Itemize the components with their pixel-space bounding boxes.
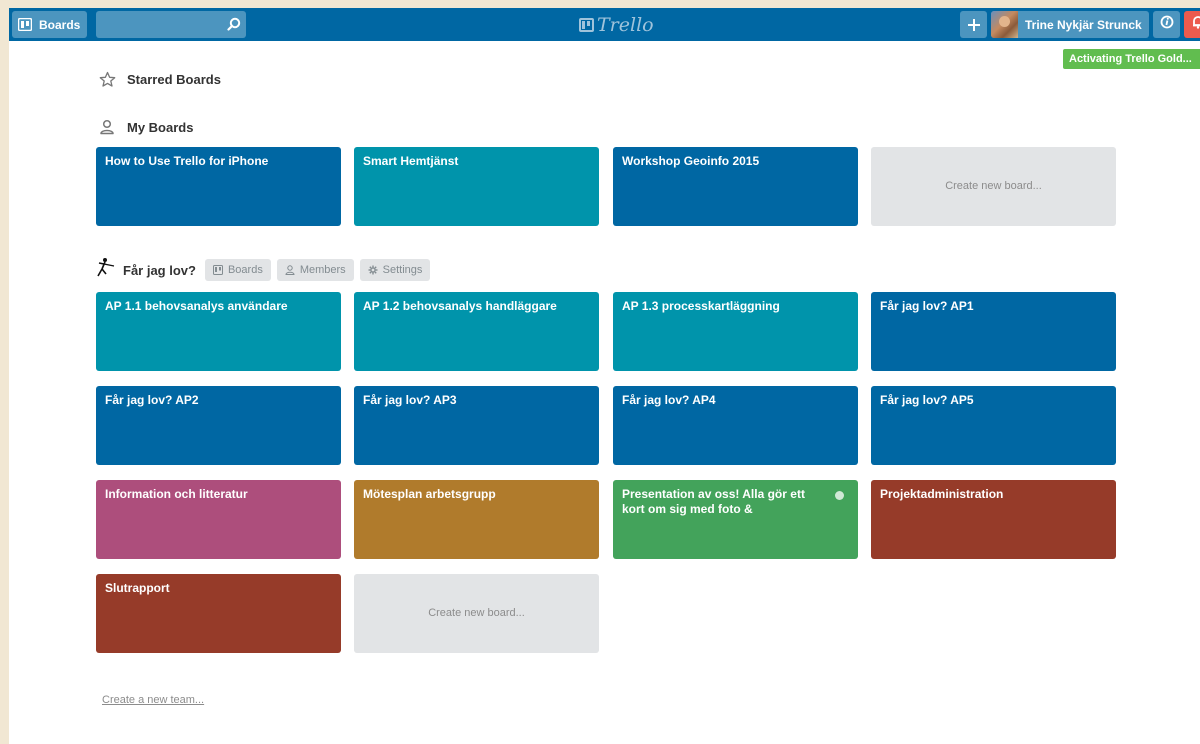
board-icon	[18, 18, 32, 31]
info-button[interactable]	[1153, 11, 1180, 38]
team-avatar-icon	[95, 257, 117, 284]
search-input[interactable]	[96, 11, 246, 38]
board-tile-title: Smart Hemtjänst	[363, 154, 459, 168]
team-header: Får jag lov? Boards Members Settings	[95, 257, 436, 284]
create-board-tile[interactable]: Create new board...	[871, 147, 1116, 226]
bell-icon	[1191, 15, 1200, 34]
board-tile[interactable]: AP 1.2 behovsanalys handläggare	[354, 292, 599, 371]
board-tile-title: Mötesplan arbetsgrupp	[363, 487, 496, 501]
board-tile[interactable]: Får jag lov? AP4	[613, 386, 858, 465]
add-button[interactable]	[960, 11, 987, 38]
user-menu-button[interactable]: Trine Nykjär Strunck	[991, 11, 1149, 38]
board-tile-title: Får jag lov? AP5	[880, 393, 974, 407]
board-tile-title: Slutrapport	[105, 581, 170, 595]
board-tile[interactable]: Information och litteratur	[96, 480, 341, 559]
board-tile[interactable]: Får jag lov? AP1	[871, 292, 1116, 371]
team-tab-label: Boards	[227, 264, 263, 276]
board-tile[interactable]: AP 1.1 behovsanalys användare	[96, 292, 341, 371]
team-tab-label: Settings	[382, 264, 423, 276]
gold-activation-banner: Activating Trello Gold...	[1063, 49, 1200, 69]
board-tile-title: Workshop Geoinfo 2015	[622, 154, 760, 168]
board-tile[interactable]: AP 1.3 processkartläggning	[613, 292, 858, 371]
trello-logo-text: Trello	[597, 14, 654, 36]
board-tile-title: Projektadministration	[880, 487, 1004, 501]
board-tile[interactable]: Workshop Geoinfo 2015	[613, 147, 858, 226]
boards-button[interactable]: Boards	[12, 11, 87, 38]
search-icon[interactable]	[227, 17, 241, 31]
team-tab-settings[interactable]: Settings	[359, 259, 431, 281]
create-board-label: Create new board...	[945, 180, 1042, 192]
board-tile-title: AP 1.3 processkartläggning	[622, 299, 780, 313]
board-tile[interactable]: Får jag lov? AP2	[96, 386, 341, 465]
avatar	[991, 11, 1018, 38]
info-icon	[1160, 15, 1174, 34]
board-tile[interactable]: How to Use Trello for iPhone	[96, 147, 341, 226]
header-bar: Boards Trello Trine Nykjär Strunck	[9, 8, 1200, 41]
person-icon	[98, 118, 116, 136]
board-tile-title: Får jag lov? AP3	[363, 393, 457, 407]
trello-logo-icon	[579, 18, 594, 32]
star-icon	[98, 70, 116, 88]
board-tile[interactable]: Slutrapport	[96, 574, 341, 653]
team-tab-label: Members	[299, 264, 346, 276]
board-tile-title: Information och litteratur	[105, 487, 248, 501]
board-tile-title: How to Use Trello for iPhone	[105, 154, 269, 168]
board-tile-title: Får jag lov? AP1	[880, 299, 974, 313]
trello-logo[interactable]: Trello	[579, 14, 654, 36]
board-tile-title: Presentation av oss! Alla gör ett kort o…	[622, 487, 805, 516]
board-tile[interactable]: Projektadministration	[871, 480, 1116, 559]
starred-boards-title: Starred Boards	[127, 71, 221, 87]
board-tile-title: AP 1.1 behovsanalys användare	[105, 299, 288, 313]
team-tab-members[interactable]: Members	[276, 259, 354, 281]
board-tile[interactable]: Smart Hemtjänst	[354, 147, 599, 226]
team-name[interactable]: Får jag lov?	[123, 263, 196, 278]
boards-button-label: Boards	[39, 17, 81, 32]
my-boards-title: My Boards	[127, 119, 194, 135]
plus-icon	[967, 14, 981, 36]
my-boards-heading: My Boards	[98, 118, 193, 136]
starred-boards-heading: Starred Boards	[98, 70, 221, 88]
gear-icon	[368, 265, 378, 275]
board-tile[interactable]: Får jag lov? AP5	[871, 386, 1116, 465]
app-window: Boards Trello Trine Nykjär Strunck Activ…	[9, 8, 1200, 744]
board-tile-title: Får jag lov? AP2	[105, 393, 199, 407]
person-icon	[285, 265, 295, 275]
board-icon	[212, 265, 223, 275]
board-tile[interactable]: Mötesplan arbetsgrupp	[354, 480, 599, 559]
create-board-label: Create new board...	[428, 607, 525, 619]
create-board-tile[interactable]: Create new board...	[354, 574, 599, 653]
board-tile[interactable]: Presentation av oss! Alla gör ett kort o…	[613, 480, 858, 559]
board-tile-title: AP 1.2 behovsanalys handläggare	[363, 299, 557, 313]
user-name: Trine Nykjär Strunck	[1025, 17, 1142, 32]
create-team-link[interactable]: Create a new team...	[102, 694, 204, 706]
notifications-button[interactable]	[1184, 11, 1200, 38]
board-tile-title: Får jag lov? AP4	[622, 393, 716, 407]
team-tab-boards[interactable]: Boards	[204, 259, 271, 281]
unread-indicator-icon	[835, 491, 844, 500]
board-tile[interactable]: Får jag lov? AP3	[354, 386, 599, 465]
